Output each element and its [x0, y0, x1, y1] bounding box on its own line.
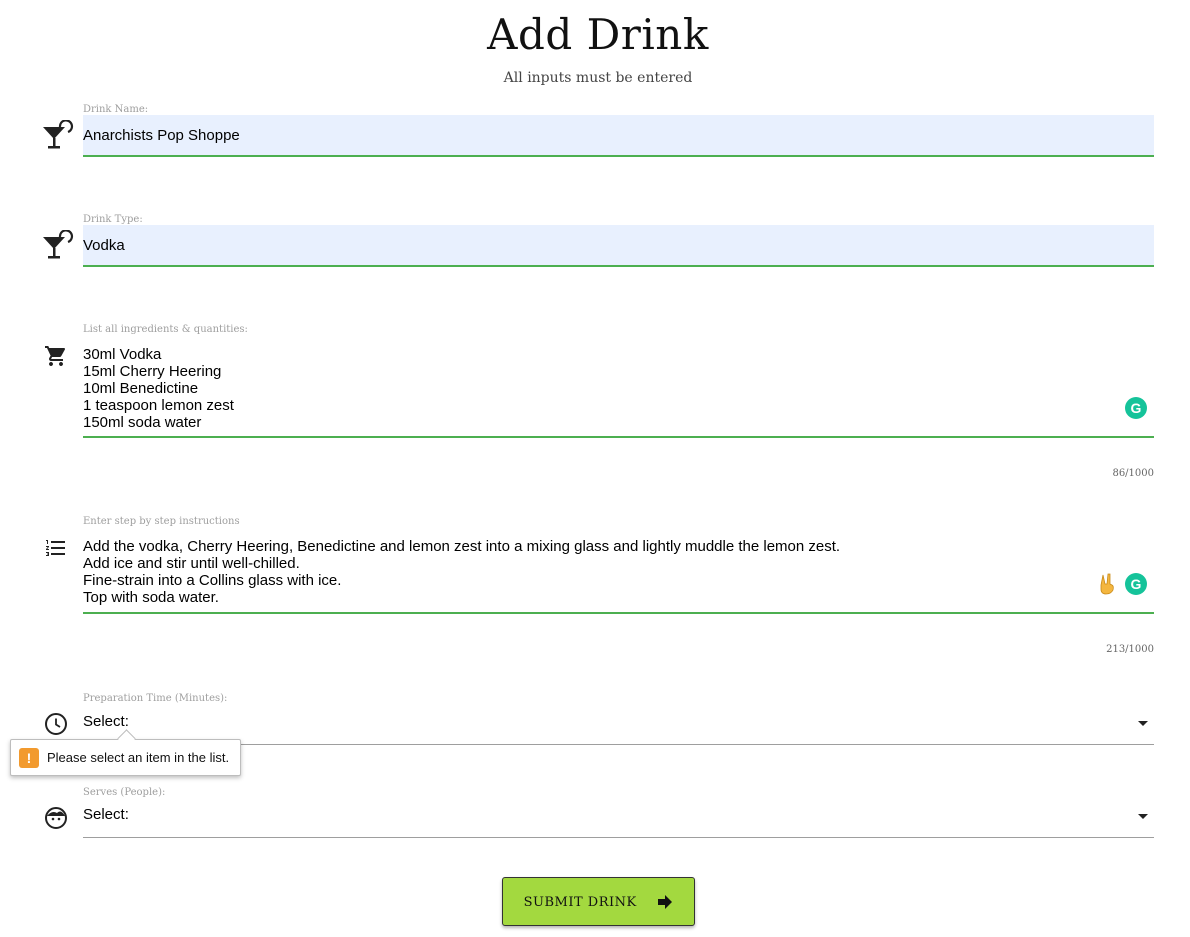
arrow-right-icon [658, 894, 673, 909]
grammarly-icon[interactable]: G [1125, 397, 1147, 419]
instructions-label: Enter step by step instructions [83, 516, 240, 527]
serves-select-value: Select: [83, 806, 129, 823]
cart-icon [45, 346, 66, 366]
drink-type-input[interactable] [83, 225, 1154, 267]
drink-name-input[interactable] [83, 115, 1154, 157]
prep-time-select[interactable]: Select: [83, 705, 1154, 745]
cocktail-icon [43, 230, 74, 259]
ingredients-label: List all ingredients & quantities: [83, 324, 248, 335]
clock-icon [45, 713, 67, 735]
submit-drink-label: SUBMIT DRINK [523, 895, 637, 910]
warning-icon: ! [19, 748, 39, 768]
instructions-textarea[interactable] [83, 538, 1154, 614]
chevron-down-icon [1138, 721, 1148, 726]
validation-tooltip-text: Please select an item in the list. [47, 750, 230, 765]
peace-hand-icon[interactable] [1097, 573, 1117, 595]
ingredients-textarea[interactable] [83, 346, 1154, 438]
serves-label: Serves (People): [83, 787, 166, 798]
prep-time-select-value: Select: [83, 713, 129, 730]
prep-time-label: Preparation Time (Minutes): [83, 693, 228, 704]
drink-name-label: Drink Name: [83, 104, 149, 115]
page-subtitle: All inputs must be entered [503, 70, 693, 86]
drink-type-label: Drink Type: [83, 214, 143, 225]
grammarly-icon[interactable]: G [1125, 573, 1147, 595]
numbered-list-icon [46, 540, 65, 556]
cocktail-icon [43, 120, 74, 149]
face-icon [45, 807, 67, 829]
page-title: Add Drink [487, 10, 709, 59]
instructions-counter: 213/1000 [1106, 644, 1154, 655]
serves-select[interactable]: Select: [83, 798, 1154, 838]
chevron-down-icon [1138, 814, 1148, 819]
ingredients-counter: 86/1000 [1112, 468, 1154, 479]
submit-drink-button[interactable]: SUBMIT DRINK [502, 877, 695, 926]
validation-tooltip: ! Please select an item in the list. [10, 729, 241, 776]
